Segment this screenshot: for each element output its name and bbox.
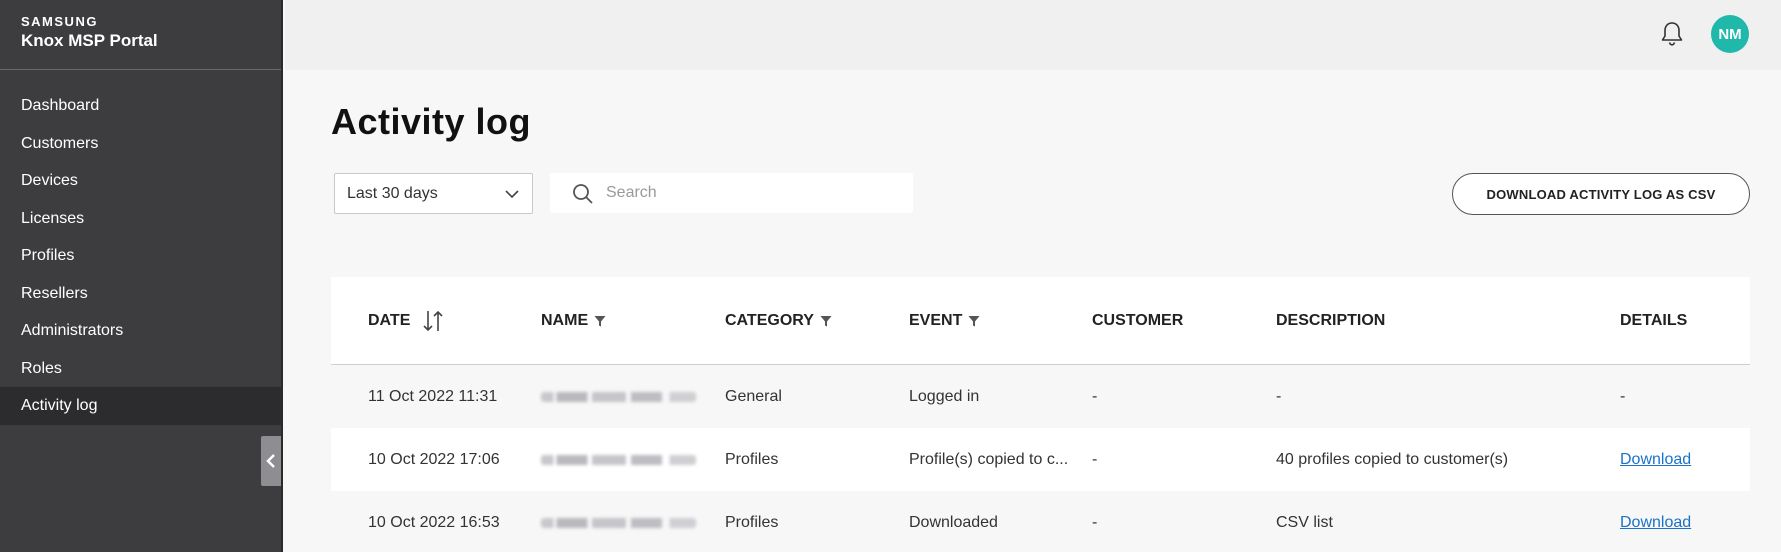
- filter-icon[interactable]: [594, 315, 606, 327]
- cell-details: -: [1620, 388, 1626, 405]
- sidebar-item-devices[interactable]: Devices: [0, 162, 281, 200]
- cell-customer: -: [1092, 451, 1098, 468]
- search-input[interactable]: [606, 173, 906, 213]
- sidebar-item-activity-log[interactable]: Activity log: [0, 387, 281, 425]
- cell-event: Logged in: [909, 388, 980, 405]
- cell-description: 40 profiles copied to customer(s): [1276, 451, 1509, 468]
- download-link[interactable]: Download: [1620, 514, 1691, 531]
- header-event[interactable]: EVENT: [909, 277, 980, 365]
- header-description-label: DESCRIPTION: [1276, 312, 1386, 329]
- header-name-label: NAME: [541, 312, 589, 329]
- header-customer: CUSTOMER: [1092, 277, 1183, 365]
- search-icon: [573, 184, 593, 204]
- sidebar-item-administrators[interactable]: Administrators: [0, 312, 281, 350]
- sidebar-item-dashboard[interactable]: Dashboard: [0, 87, 281, 125]
- header-details: DETAILS: [1620, 277, 1687, 365]
- header-name[interactable]: NAME: [541, 277, 606, 365]
- cell-name-redacted: [541, 491, 696, 552]
- table-header: DATE NAME CATEGORY EVENT CUSTOMER DESCRI…: [331, 277, 1750, 365]
- top-bar: [285, 0, 1781, 70]
- filter-icon[interactable]: [820, 315, 832, 327]
- sidebar-collapse-button[interactable]: [261, 436, 281, 486]
- brand-top: SAMSUNG: [21, 14, 98, 29]
- cell-date: 10 Oct 2022 17:06: [368, 451, 500, 468]
- sidebar-item-licenses[interactable]: Licenses: [0, 200, 281, 238]
- header-category[interactable]: CATEGORY: [725, 277, 832, 365]
- cell-description: -: [1276, 388, 1282, 405]
- cell-category: Profiles: [725, 451, 779, 468]
- header-date[interactable]: DATE: [368, 277, 446, 365]
- cell-event: Profile(s) copied to c...: [909, 451, 1069, 468]
- page-title: Activity log: [331, 101, 532, 142]
- sidebar-nav: Dashboard Customers Devices Licenses Pro…: [0, 70, 281, 425]
- chevron-left-icon: [266, 454, 275, 468]
- cell-category: Profiles: [725, 514, 779, 531]
- sidebar-item-customers[interactable]: Customers: [0, 125, 281, 163]
- cell-customer: -: [1092, 514, 1098, 531]
- download-link[interactable]: Download: [1620, 451, 1691, 468]
- cell-name-redacted: [541, 365, 696, 428]
- search-box: [550, 173, 913, 213]
- table-row[interactable]: 10 Oct 2022 16:53 Profiles Downloaded - …: [331, 491, 1750, 552]
- bell-icon[interactable]: [1658, 20, 1686, 48]
- sort-icon[interactable]: [420, 308, 446, 334]
- header-details-label: DETAILS: [1620, 312, 1688, 329]
- cell-name-redacted: [541, 428, 696, 491]
- filter-icon[interactable]: [968, 315, 980, 327]
- user-avatar[interactable]: NM: [1711, 15, 1749, 53]
- header-customer-label: CUSTOMER: [1092, 312, 1184, 329]
- date-range-select[interactable]: Last 30 days: [334, 173, 533, 214]
- date-range-value: Last 30 days: [347, 185, 438, 202]
- header-category-label: CATEGORY: [725, 312, 814, 329]
- chevron-down-icon: [505, 190, 519, 199]
- sidebar-item-roles[interactable]: Roles: [0, 350, 281, 388]
- cell-description: CSV list: [1276, 514, 1333, 531]
- brand-logo[interactable]: SAMSUNG Knox MSP Portal: [0, 0, 281, 70]
- cell-event: Downloaded: [909, 514, 998, 531]
- activity-table: DATE NAME CATEGORY EVENT CUSTOMER DESCRI…: [331, 277, 1750, 552]
- table-row[interactable]: 11 Oct 2022 11:31 General Logged in - - …: [331, 365, 1750, 428]
- download-csv-button[interactable]: DOWNLOAD ACTIVITY LOG AS CSV: [1452, 173, 1750, 215]
- cell-customer: -: [1092, 388, 1098, 405]
- sidebar: SAMSUNG Knox MSP Portal Dashboard Custom…: [0, 0, 283, 552]
- header-description: DESCRIPTION: [1276, 277, 1385, 365]
- brand-sub: Knox MSP Portal: [21, 31, 158, 50]
- table-row[interactable]: 10 Oct 2022 17:06 Profiles Profile(s) co…: [331, 428, 1750, 491]
- header-date-label: DATE: [368, 312, 411, 329]
- cell-category: General: [725, 388, 782, 405]
- header-event-label: EVENT: [909, 312, 963, 329]
- cell-date: 11 Oct 2022 11:31: [368, 388, 498, 405]
- cell-date: 10 Oct 2022 16:53: [368, 514, 500, 531]
- sidebar-item-profiles[interactable]: Profiles: [0, 237, 281, 275]
- sidebar-item-resellers[interactable]: Resellers: [0, 275, 281, 313]
